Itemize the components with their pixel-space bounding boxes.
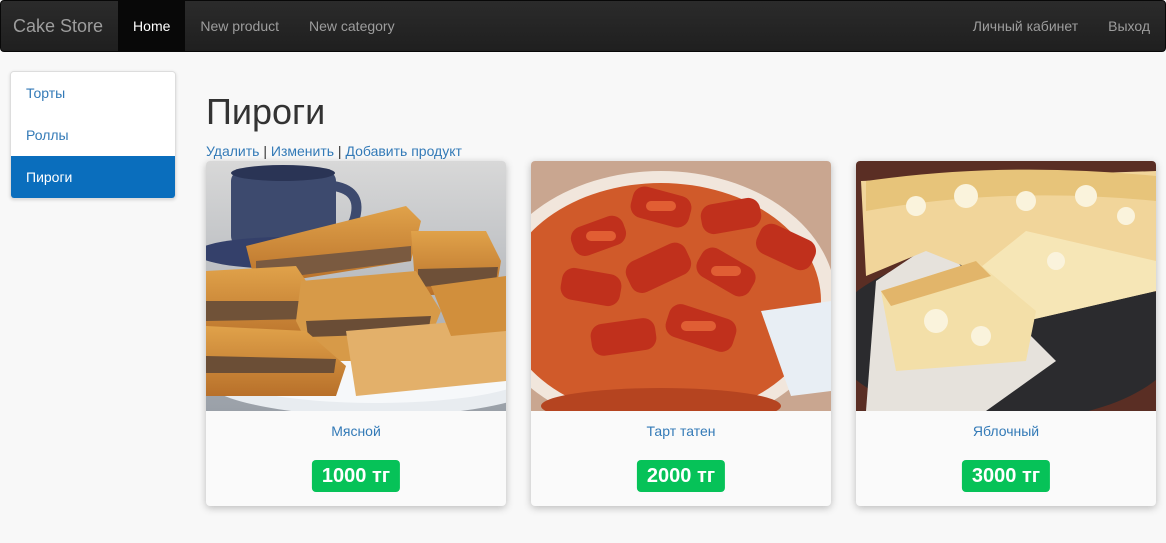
edit-link[interactable]: Изменить xyxy=(271,143,334,159)
product-image-tarte-tatin[interactable] xyxy=(531,161,831,411)
sidebar-item-rolls[interactable]: Роллы xyxy=(11,114,175,156)
product-card: Тарт татен 2000 тг xyxy=(531,161,831,506)
separator: | xyxy=(263,143,267,159)
nav-home[interactable]: Home xyxy=(118,1,186,51)
product-name-link[interactable]: Тарт татен xyxy=(647,423,716,439)
category-actions: Удалить | Изменить | Добавить продукт xyxy=(206,142,462,160)
nav-new-product[interactable]: New product xyxy=(185,1,294,51)
nav-right-group: Личный кабинет Выход xyxy=(958,1,1165,51)
top-navbar: Cake Store Home New product New category… xyxy=(0,0,1166,52)
nav-logout[interactable]: Выход xyxy=(1093,1,1165,51)
product-image-meat-pie[interactable] xyxy=(206,161,506,411)
product-card: Яблочный 3000 тг xyxy=(856,161,1156,506)
category-sidebar: Торты Роллы Пироги xyxy=(10,71,176,199)
product-name: Мясной xyxy=(206,423,506,439)
brand-link[interactable]: Cake Store xyxy=(1,1,118,51)
product-list: Мясной 1000 тг Тарт татен 2000 тг Яблочн… xyxy=(206,161,1156,506)
price-badge: 1000 тг xyxy=(311,460,401,492)
page-title: Пироги xyxy=(206,91,326,132)
product-image-apple-pie[interactable] xyxy=(856,161,1156,411)
product-name-link[interactable]: Мясной xyxy=(331,423,381,439)
product-name: Тарт татен xyxy=(531,423,831,439)
product-name-link[interactable]: Яблочный xyxy=(973,423,1039,439)
nav-personal-account[interactable]: Личный кабинет xyxy=(958,1,1093,51)
add-product-link[interactable]: Добавить продукт xyxy=(345,143,461,159)
price-badge: 2000 тг xyxy=(636,460,726,492)
nav-new-category[interactable]: New category xyxy=(294,1,410,51)
separator: | xyxy=(337,143,342,159)
product-card: Мясной 1000 тг xyxy=(206,161,506,506)
delete-link[interactable]: Удалить xyxy=(206,143,259,159)
sidebar-item-tortes[interactable]: Торты xyxy=(11,72,175,114)
price-badge: 3000 тг xyxy=(961,460,1051,492)
sidebar-item-pies[interactable]: Пироги xyxy=(11,156,175,198)
product-name: Яблочный xyxy=(856,423,1156,439)
